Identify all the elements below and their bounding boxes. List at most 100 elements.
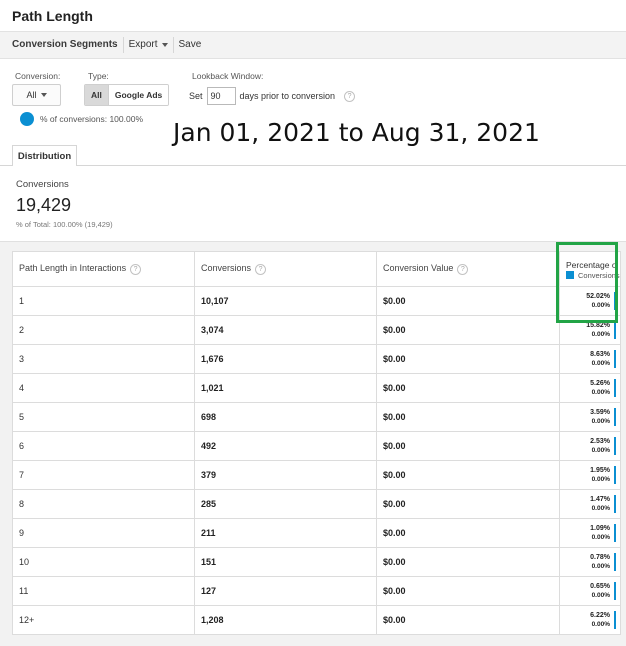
cell-conversions: 211: [194, 518, 377, 548]
percentage-bar: [614, 524, 616, 542]
percentage-bar: [614, 466, 616, 484]
percentage-bar: [614, 553, 616, 571]
cell-percentage: 8.63% 0.00%: [559, 344, 621, 374]
cell-conversion-value: $0.00: [376, 402, 560, 432]
cell-path-length: 9: [12, 518, 195, 548]
summary-value: 19,429: [16, 195, 72, 215]
lookback-days-input[interactable]: [206, 87, 236, 105]
percentage-bar: [614, 582, 616, 600]
table-body: 1 10,107 $0.00 52.02% 0.00% 2 3,074 $0.00 15.82%…: [12, 286, 621, 635]
column-header-conversion-value[interactable]: Conversion Value?: [376, 251, 560, 287]
cell-conversion-value: $0.00: [376, 489, 560, 519]
percentage-secondary: 0.00%: [591, 302, 610, 309]
percentage-secondary: 0.00%: [591, 447, 610, 454]
percentage-value: 15.82%: [586, 322, 610, 329]
cell-path-length: 2: [12, 315, 195, 345]
cell-percentage: 5.26% 0.00%: [559, 373, 621, 403]
export-label: Export: [128, 39, 158, 50]
percentage-secondary: 0.00%: [591, 360, 610, 367]
cell-conversion-value: $0.00: [376, 547, 560, 577]
percentage-secondary: 0.00%: [591, 621, 610, 628]
cell-percentage: 52.02% 0.00%: [559, 286, 621, 316]
table-row[interactable]: 2 3,074 $0.00 15.82% 0.00%: [12, 315, 621, 345]
cell-path-length: 5: [12, 402, 195, 432]
lookback-prefix: Set: [189, 91, 203, 101]
save-button[interactable]: Save: [174, 37, 207, 53]
type-google-ads-button[interactable]: Google Ads: [108, 85, 169, 105]
percentage-secondary: 0.00%: [591, 331, 610, 338]
table-row[interactable]: 9 211 $0.00 1.09% 0.00%: [12, 518, 621, 548]
tab-divider: [0, 165, 626, 166]
help-icon[interactable]: ?: [255, 264, 267, 275]
table-row[interactable]: 12+ 1,208 $0.00 6.22% 0.00%: [12, 605, 621, 635]
conversion-label: Conversion:: [15, 71, 61, 81]
type-toggle-group: All Google Ads: [84, 84, 170, 106]
cell-path-length: 3: [12, 344, 195, 374]
column-header-label: Conversions: [201, 263, 252, 273]
column-header-label: Path Length in Interactions: [19, 263, 127, 273]
help-icon[interactable]: ?: [457, 264, 469, 275]
cell-percentage: 1.95% 0.00%: [559, 460, 621, 490]
table-row[interactable]: 6 492 $0.00 2.53% 0.00%: [12, 431, 621, 461]
column-header-percentage[interactable]: Percentage o Conversions: [559, 251, 621, 287]
column-header-path-length[interactable]: Path Length in Interactions?: [12, 251, 195, 287]
type-all-button[interactable]: All: [85, 85, 109, 105]
table-container: Path Length in Interactions? Conversions…: [0, 241, 626, 646]
percentage-secondary: 0.00%: [591, 505, 610, 512]
cell-percentage: 1.09% 0.00%: [559, 518, 621, 548]
cell-conversions: 379: [194, 460, 377, 490]
column-header-conversions[interactable]: Conversions?: [194, 251, 377, 287]
series-dot-icon: [20, 112, 34, 126]
percentage-bar: [614, 437, 616, 455]
help-icon[interactable]: ?: [130, 264, 142, 275]
percentage-value: 2.53%: [590, 438, 610, 445]
legend-label: Conversions: [578, 270, 620, 280]
percentage-bar: [614, 350, 616, 368]
table-row[interactable]: 7 379 $0.00 1.95% 0.00%: [12, 460, 621, 490]
percentage-secondary: 0.00%: [591, 389, 610, 396]
chevron-down-icon: [40, 93, 47, 97]
help-icon[interactable]: ?: [344, 90, 356, 102]
cell-percentage: 0.78% 0.00%: [559, 547, 621, 577]
table-row[interactable]: 10 151 $0.00 0.78% 0.00%: [12, 547, 621, 577]
cell-conversion-value: $0.00: [376, 344, 560, 374]
cell-path-length: 12+: [12, 605, 195, 635]
percentage-secondary: 0.00%: [591, 476, 610, 483]
lookback-window: Set days prior to conversion ?: [189, 87, 356, 105]
export-button[interactable]: Export: [124, 37, 173, 53]
conversion-segments-button[interactable]: Conversion Segments: [0, 37, 123, 53]
cell-conversions: 285: [194, 489, 377, 519]
column-header-label: Conversion Value: [383, 263, 454, 273]
legend-swatch-icon: [566, 271, 574, 279]
cell-conversion-value: $0.00: [376, 286, 560, 316]
percentage-value: 0.65%: [590, 583, 610, 590]
cell-conversions: 1,021: [194, 373, 377, 403]
table-row[interactable]: 1 10,107 $0.00 52.02% 0.00%: [12, 286, 621, 316]
percentage-secondary: 0.00%: [591, 534, 610, 541]
table-row[interactable]: 4 1,021 $0.00 5.26% 0.00%: [12, 373, 621, 403]
cell-path-length: 7: [12, 460, 195, 490]
percentage-value: 6.22%: [590, 612, 610, 619]
conversion-select[interactable]: All: [12, 84, 61, 106]
table-row[interactable]: 11 127 $0.00 0.65% 0.00%: [12, 576, 621, 606]
column-header-label: Percentage o: [566, 259, 617, 270]
percentage-bar: [614, 292, 616, 310]
percentage-value: 1.09%: [590, 525, 610, 532]
cell-conversion-value: $0.00: [376, 431, 560, 461]
tab-distribution[interactable]: Distribution: [12, 145, 77, 166]
cell-conversion-value: $0.00: [376, 315, 560, 345]
save-label: Save: [178, 39, 202, 50]
table-row[interactable]: 3 1,676 $0.00 8.63% 0.00%: [12, 344, 621, 374]
table-row[interactable]: 5 698 $0.00 3.59% 0.00%: [12, 402, 621, 432]
chevron-down-icon: [161, 43, 168, 47]
cell-conversion-value: $0.00: [376, 460, 560, 490]
cell-percentage: 2.53% 0.00%: [559, 431, 621, 461]
cell-conversions: 698: [194, 402, 377, 432]
cell-percentage: 0.65% 0.00%: [559, 576, 621, 606]
percentage-value: 5.26%: [590, 380, 610, 387]
conversion-select-value: All: [26, 90, 37, 100]
percentage-secondary: 0.00%: [591, 592, 610, 599]
table-row[interactable]: 8 285 $0.00 1.47% 0.00%: [12, 489, 621, 519]
summary-label: Conversions: [16, 179, 69, 190]
cell-percentage: 6.22% 0.00%: [559, 605, 621, 635]
